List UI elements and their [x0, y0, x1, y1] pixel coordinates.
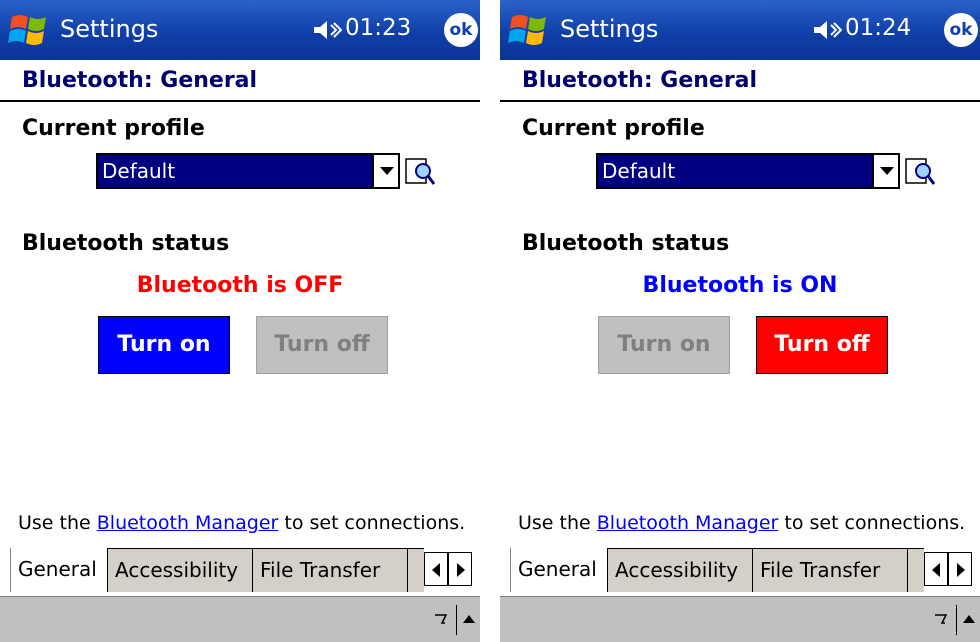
profile-select[interactable]: Default: [96, 153, 400, 189]
tab-overflow[interactable]: [908, 548, 924, 592]
input-panel-arrow-icon[interactable]: [463, 615, 475, 623]
current-profile-heading: Current profile: [522, 116, 705, 141]
tab-file-transfer[interactable]: File Transfer: [753, 548, 908, 592]
turn-off-button[interactable]: Turn off: [756, 316, 888, 374]
bluetooth-status-text: Bluetooth is OFF: [136, 273, 344, 298]
tab-general[interactable]: General: [510, 548, 608, 592]
tab-accessibility[interactable]: Accessibility: [608, 548, 753, 592]
footer-prefix: Use the: [518, 512, 597, 534]
tab-scroll-left-icon[interactable]: [424, 552, 448, 586]
turn-off-button[interactable]: Turn off: [256, 316, 388, 374]
turn-on-button[interactable]: Turn on: [598, 316, 730, 374]
footer-suffix: to set connections.: [278, 512, 466, 534]
title-bar: Settings 01:23 ok: [0, 0, 480, 60]
ok-button[interactable]: ok: [944, 13, 978, 47]
ok-button[interactable]: ok: [444, 13, 478, 47]
footer-note: Use the Bluetooth Manager to set connect…: [518, 512, 965, 534]
keyboard-input-icon[interactable]: [434, 613, 448, 631]
profile-edit-icon[interactable]: [903, 155, 937, 189]
footer-note: Use the Bluetooth Manager to set connect…: [18, 512, 465, 534]
speaker-icon[interactable]: [312, 18, 342, 42]
app-title: Settings: [560, 15, 659, 43]
menu-divider: [456, 605, 457, 635]
page-header: Bluetooth: General: [500, 60, 980, 102]
tab-accessibility[interactable]: Accessibility: [108, 548, 253, 592]
profile-edit-icon[interactable]: [403, 155, 437, 189]
bluetooth-manager-link[interactable]: Bluetooth Manager: [597, 512, 779, 534]
profile-select[interactable]: Default: [596, 153, 900, 189]
page-title: Bluetooth: General: [522, 68, 758, 93]
page-title: Bluetooth: General: [22, 68, 258, 93]
app-title: Settings: [60, 15, 159, 43]
device-screen-on: Settings 01:24 ok Bluetooth: General Cur…: [500, 0, 980, 642]
clock[interactable]: 01:24: [845, 15, 911, 41]
footer-prefix: Use the: [18, 512, 97, 534]
tab-general[interactable]: General: [10, 548, 108, 592]
menu-bar: [0, 596, 480, 642]
footer-suffix: to set connections.: [778, 512, 966, 534]
chevron-down-icon[interactable]: [372, 155, 398, 187]
bluetooth-status-heading: Bluetooth status: [22, 231, 230, 256]
speaker-icon[interactable]: [812, 18, 842, 42]
menu-bar: [500, 596, 980, 642]
tab-scroll-right-icon[interactable]: [448, 552, 472, 586]
profile-selected-value: Default: [102, 159, 176, 183]
clock[interactable]: 01:23: [345, 15, 411, 41]
current-profile-heading: Current profile: [22, 116, 205, 141]
chevron-down-icon[interactable]: [872, 155, 898, 187]
tab-overflow[interactable]: [408, 548, 424, 592]
tab-strip: General Accessibility File Transfer: [0, 548, 480, 596]
turn-on-button[interactable]: Turn on: [98, 316, 230, 374]
windows-flag-icon[interactable]: [508, 9, 552, 51]
page-header: Bluetooth: General: [0, 60, 480, 102]
profile-selected-value: Default: [602, 159, 676, 183]
keyboard-input-icon[interactable]: [934, 613, 948, 631]
tab-scroll-right-icon[interactable]: [948, 552, 972, 586]
input-panel-arrow-icon[interactable]: [963, 615, 975, 623]
title-bar: Settings 01:24 ok: [500, 0, 980, 60]
bluetooth-status-heading: Bluetooth status: [522, 231, 730, 256]
tab-strip: General Accessibility File Transfer: [500, 548, 980, 596]
windows-flag-icon[interactable]: [8, 9, 52, 51]
device-screen-off: Settings 01:23 ok Bluetooth: General Cur…: [0, 0, 480, 642]
menu-divider: [956, 605, 957, 635]
tab-file-transfer[interactable]: File Transfer: [253, 548, 408, 592]
bluetooth-status-text: Bluetooth is ON: [642, 273, 838, 298]
bluetooth-manager-link[interactable]: Bluetooth Manager: [97, 512, 279, 534]
tab-scroll-left-icon[interactable]: [924, 552, 948, 586]
